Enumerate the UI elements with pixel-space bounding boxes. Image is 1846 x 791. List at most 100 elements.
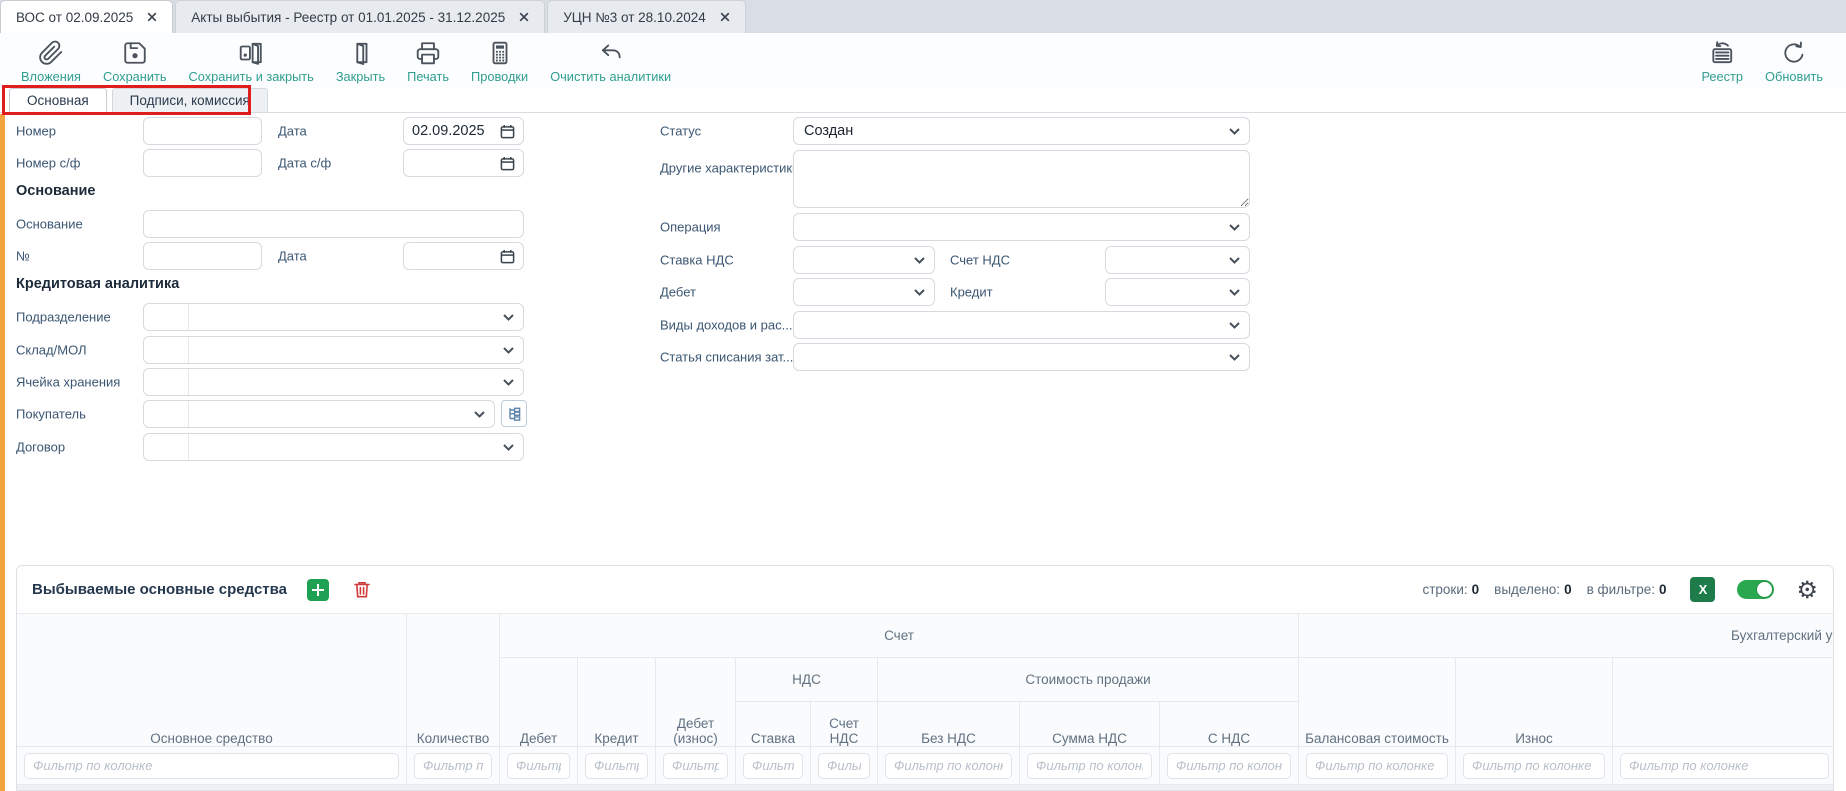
grid-header-credit[interactable]: Кредит bbox=[578, 658, 656, 747]
buyer-tree-picker-button[interactable] bbox=[501, 400, 527, 427]
grid-header-depreciation[interactable]: Износ bbox=[1456, 658, 1613, 747]
vat-account-select[interactable] bbox=[1105, 246, 1250, 274]
contract-select[interactable] bbox=[143, 433, 524, 461]
debit-select[interactable] bbox=[793, 278, 935, 306]
window-tab-ucn[interactable]: УЦН №3 от 28.10.2024 bbox=[547, 0, 746, 33]
postings-button[interactable]: Проводки bbox=[460, 40, 539, 84]
calendar-icon[interactable] bbox=[500, 124, 515, 139]
grid-header-debit[interactable]: Дебет bbox=[500, 658, 578, 747]
grid-header-vat-rate[interactable]: Ставка bbox=[736, 702, 811, 747]
grid-header-balance-value[interactable]: Балансовая стоимость bbox=[1299, 658, 1456, 747]
door-icon bbox=[347, 40, 373, 66]
credit-select[interactable] bbox=[1105, 278, 1250, 306]
tab-main[interactable]: Основная bbox=[9, 88, 107, 113]
chevron-down-icon bbox=[1229, 224, 1240, 232]
window-tab-registry[interactable]: Акты выбытия - Реестр от 01.01.2025 - 31… bbox=[175, 0, 545, 33]
grid-group-header-sale-cost: Стоимость продажи bbox=[878, 658, 1299, 702]
grid-stats: строки:0 выделено:0 в фильтре:0 X bbox=[1407, 577, 1818, 602]
date-input[interactable]: 02.09.2025 bbox=[403, 117, 524, 145]
filter-input-vat-account[interactable] bbox=[818, 753, 870, 779]
delete-row-button[interactable] bbox=[353, 580, 371, 599]
grid-header-fixed-asset[interactable]: Основное средство bbox=[17, 614, 407, 747]
chevron-down-icon bbox=[1229, 354, 1240, 362]
form-left-column: Номер Дата 02.09.2025 Номер с/ф Дата с/ф… bbox=[16, 113, 528, 565]
filter-input-with-vat[interactable] bbox=[1167, 753, 1291, 779]
date-label: Дата bbox=[278, 124, 307, 139]
invoice-number-input[interactable] bbox=[143, 149, 262, 177]
disposed-assets-grid: Выбываемые основные средства строки:0 вы… bbox=[16, 565, 1834, 791]
export-excel-button[interactable]: X bbox=[1690, 577, 1715, 602]
filter-input-credit[interactable] bbox=[585, 753, 648, 779]
chevron-down-icon bbox=[1229, 322, 1240, 330]
clear-analytics-button[interactable]: Очистить аналитики bbox=[539, 40, 682, 84]
warehouse-select[interactable] bbox=[143, 336, 524, 364]
grid-header-without-vat[interactable]: Без НДС bbox=[878, 702, 1020, 747]
tab-close-icon[interactable] bbox=[519, 12, 529, 22]
tab-signatures-commission[interactable]: Подписи, комиссия bbox=[112, 88, 268, 113]
filter-input-extra[interactable] bbox=[1620, 753, 1829, 779]
calculator-icon bbox=[487, 40, 513, 66]
paperclip-icon bbox=[38, 40, 64, 66]
grid-header-debit-depreciation[interactable]: Дебет (износ) bbox=[656, 658, 736, 747]
basis-no-label: № bbox=[16, 249, 30, 264]
storage-cell-select[interactable] bbox=[143, 368, 524, 396]
writeoff-item-select[interactable] bbox=[793, 343, 1250, 371]
filter-input-without-vat[interactable] bbox=[885, 753, 1012, 779]
filter-input-depreciation[interactable] bbox=[1463, 753, 1605, 779]
grid-header-with-vat[interactable]: С НДС bbox=[1160, 702, 1299, 747]
basis-date-label: Дата bbox=[278, 249, 307, 264]
filter-toggle[interactable] bbox=[1737, 580, 1774, 599]
save-close-icon bbox=[238, 40, 264, 66]
attachments-button[interactable]: Вложения bbox=[10, 40, 92, 84]
window-tab-document[interactable]: ВОС от 02.09.2025 bbox=[0, 0, 173, 33]
registry-button[interactable]: Реестр bbox=[1690, 40, 1754, 84]
contract-label: Договор bbox=[16, 440, 65, 455]
department-select[interactable] bbox=[143, 303, 524, 331]
buyer-select[interactable] bbox=[143, 400, 495, 428]
filter-input-fixed-asset[interactable] bbox=[24, 753, 399, 779]
gear-icon[interactable] bbox=[1796, 578, 1818, 602]
warehouse-label: Склад/МОЛ bbox=[16, 343, 87, 358]
print-button[interactable]: Печать bbox=[396, 40, 460, 84]
filter-input-balance-value[interactable] bbox=[1306, 753, 1448, 779]
close-button[interactable]: Закрыть bbox=[325, 40, 396, 84]
tab-close-icon[interactable] bbox=[147, 12, 157, 22]
number-input[interactable] bbox=[143, 117, 262, 145]
filter-input-vat-amount[interactable] bbox=[1027, 753, 1152, 779]
grid-header-vat-amount[interactable]: Сумма НДС bbox=[1020, 702, 1160, 747]
grid-header-vat-account[interactable]: Счет НДС bbox=[811, 702, 878, 747]
chevron-down-icon bbox=[914, 257, 925, 265]
chevron-down-icon bbox=[503, 444, 514, 452]
other-characteristics-label: Другие характеристики bbox=[660, 161, 799, 176]
calendar-icon[interactable] bbox=[500, 156, 515, 171]
status-select[interactable]: Создан bbox=[793, 117, 1250, 145]
grid-header-quantity[interactable]: Количество bbox=[407, 614, 500, 747]
status-label: Статус bbox=[660, 124, 701, 139]
calendar-icon[interactable] bbox=[500, 249, 515, 264]
basis-date-input[interactable] bbox=[403, 242, 524, 270]
save-and-close-button[interactable]: Сохранить и закрыть bbox=[178, 40, 325, 84]
basis-no-input[interactable] bbox=[143, 242, 262, 270]
invoice-date-label: Дата с/ф bbox=[278, 156, 331, 171]
chevron-down-icon bbox=[503, 347, 514, 355]
grid-header-extra bbox=[1613, 658, 1835, 747]
operation-label: Операция bbox=[660, 220, 721, 235]
tab-close-icon[interactable] bbox=[720, 12, 730, 22]
filter-input-quantity[interactable] bbox=[414, 753, 492, 779]
filter-input-debit-depreciation[interactable] bbox=[663, 753, 728, 779]
chevron-down-icon bbox=[503, 379, 514, 387]
invoice-date-input[interactable] bbox=[403, 149, 524, 177]
other-characteristics-textarea[interactable] bbox=[793, 150, 1250, 208]
add-row-button[interactable] bbox=[307, 579, 329, 601]
chevron-down-icon bbox=[914, 289, 925, 297]
basis-input[interactable] bbox=[143, 210, 524, 238]
refresh-icon bbox=[1781, 40, 1807, 66]
vat-rate-select[interactable] bbox=[793, 246, 935, 274]
income-expense-types-select[interactable] bbox=[793, 311, 1250, 339]
filter-input-vat-rate[interactable] bbox=[743, 753, 803, 779]
save-button[interactable]: Сохранить bbox=[92, 40, 178, 84]
filter-input-debit[interactable] bbox=[507, 753, 570, 779]
trash-icon bbox=[353, 580, 371, 599]
operation-select[interactable] bbox=[793, 213, 1250, 241]
refresh-button[interactable]: Обновить bbox=[1754, 40, 1834, 84]
